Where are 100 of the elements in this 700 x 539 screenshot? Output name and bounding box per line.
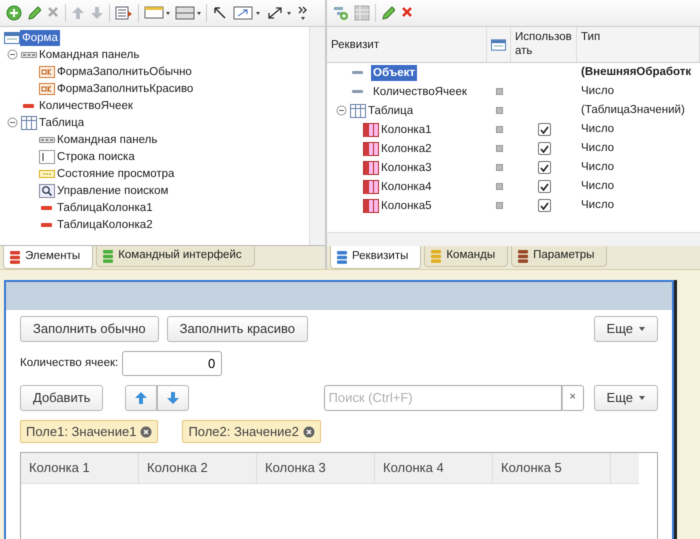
check-icon (540, 144, 548, 152)
marker-square (496, 126, 502, 133)
attribute-icon (352, 71, 363, 74)
marker-square (496, 145, 502, 152)
tree-item[interactable]: ФормаЗаполнитьОбычно (55, 64, 194, 80)
table-icon (21, 116, 37, 130)
type-cell: (ВнешняяОбработк (581, 66, 692, 78)
caret-icon (639, 396, 645, 400)
check-icon (540, 182, 548, 190)
panel-icon[interactable] (175, 5, 201, 21)
column-header[interactable]: Тип (577, 27, 700, 62)
type-cell: (ТаблицаЗначений) (581, 104, 685, 116)
tree-item[interactable]: Строка поиска (55, 148, 137, 164)
panel-tab[interactable]: Элементы (3, 246, 94, 269)
up-button[interactable] (125, 385, 158, 411)
column-header[interactable]: Использовать (511, 27, 577, 62)
collapse-icon[interactable] (7, 117, 18, 128)
close-icon[interactable] (302, 426, 315, 438)
column-icon (363, 122, 379, 136)
down-button[interactable] (157, 385, 190, 411)
down-arrow-icon (166, 391, 180, 405)
attribute-name[interactable]: Колонка1 (379, 122, 434, 138)
more-icon[interactable] (297, 5, 309, 21)
attribute-name[interactable]: Колонка2 (379, 140, 434, 156)
column-icon (363, 160, 379, 174)
window-icon (491, 38, 506, 52)
caret-icon (639, 327, 645, 331)
column-header[interactable]: Колонка 3 (257, 453, 375, 483)
check-icon (540, 126, 548, 134)
add-button[interactable]: Добавить (20, 385, 104, 411)
button-icon (39, 64, 55, 78)
field-label: Количество ячеек: (20, 356, 118, 371)
checkbox[interactable] (538, 180, 550, 193)
clear-button[interactable]: × (562, 385, 584, 411)
filter-chip[interactable]: Поле2: Значение2 (182, 420, 321, 443)
document-icon[interactable] (115, 5, 133, 21)
panel-tab[interactable]: Параметры (511, 246, 608, 267)
attribute-name[interactable]: Колонка3 (379, 160, 434, 176)
attribute-name[interactable]: КоличествоЯчеек (371, 84, 469, 100)
command-button[interactable]: Заполнить красиво (166, 316, 308, 342)
column-header[interactable]: Колонка 4 (375, 453, 493, 483)
vertical-scrollbar[interactable] (309, 27, 325, 245)
more-button[interactable]: Еще (594, 385, 658, 411)
attribute-icon (352, 90, 363, 93)
pencil-icon[interactable] (381, 5, 395, 21)
checkbox[interactable] (538, 142, 550, 155)
column-header[interactable]: Колонка 1 (21, 453, 139, 483)
resize-icon[interactable] (233, 5, 261, 21)
close-icon[interactable] (140, 426, 152, 438)
panel-tab[interactable]: Командный интерфейс (96, 246, 255, 267)
type-cell: Число (581, 84, 614, 97)
marker-square (496, 88, 502, 95)
column-header[interactable]: Колонка 2 (139, 453, 257, 483)
type-cell: Число (581, 142, 614, 154)
collapse-icon[interactable] (336, 105, 347, 116)
search-field[interactable]: Поиск (Ctrl+F) (324, 385, 562, 411)
attribute-name[interactable]: Колонка4 (379, 178, 434, 194)
marker-square (496, 183, 502, 190)
attribute-name[interactable]: Колонка5 (379, 198, 434, 214)
panel-tab[interactable]: Команды (424, 246, 508, 267)
diagonal-arrow-icon[interactable] (266, 5, 292, 21)
check-icon (540, 202, 548, 210)
tree-item[interactable]: ТаблицаКолонка1 (55, 200, 155, 216)
add-icon[interactable] (6, 5, 22, 21)
type-cell: Число (581, 160, 614, 173)
number-field[interactable]: 0 (122, 351, 222, 376)
tree-item[interactable]: ФормаЗаполнитьКрасиво (55, 80, 196, 96)
tree-item[interactable]: ТаблицаКолонка2 (55, 216, 155, 232)
panel-tab[interactable]: Реквизиты (330, 246, 422, 269)
tree-item[interactable]: Таблица (37, 114, 86, 130)
magnifier-icon (39, 184, 55, 198)
collapse-icon[interactable] (7, 49, 18, 60)
tree-item[interactable]: Состояние просмотра (55, 166, 176, 182)
tree-item[interactable]: Управление поиском (55, 182, 170, 198)
command-button[interactable]: Заполнить обычно (20, 316, 159, 342)
pencil-icon[interactable] (27, 5, 41, 21)
attribute-name[interactable]: Таблица (366, 102, 416, 118)
up-arrow-icon (134, 391, 148, 405)
marker-square (496, 202, 502, 209)
type-cell: Число (581, 180, 614, 192)
tree-item[interactable]: Командная панель (37, 46, 142, 62)
type-cell: Число (581, 122, 614, 135)
checkbox[interactable] (538, 123, 550, 136)
tree-item[interactable]: Форма (20, 30, 60, 46)
column-header[interactable]: Колонка 5 (493, 453, 611, 483)
filter-chip[interactable]: Поле1: Значение1 (20, 420, 158, 443)
column-icon (363, 142, 379, 156)
attribute-name[interactable]: Объект (371, 64, 418, 80)
tree-item[interactable]: Командная панель (55, 132, 160, 148)
horizontal-scrollbar[interactable] (327, 232, 700, 246)
window-icon (4, 30, 20, 44)
checkbox[interactable] (538, 161, 550, 174)
column-header[interactable]: Реквизит (327, 27, 487, 62)
type-cell: Число (581, 198, 614, 211)
add-row-icon[interactable] (333, 5, 349, 21)
tree-item[interactable]: КоличествоЯчеек (37, 98, 135, 114)
table-icon (350, 104, 366, 118)
checkbox[interactable] (538, 199, 550, 212)
more-button[interactable]: Еще (594, 316, 658, 342)
monitor-icon[interactable] (144, 5, 170, 21)
